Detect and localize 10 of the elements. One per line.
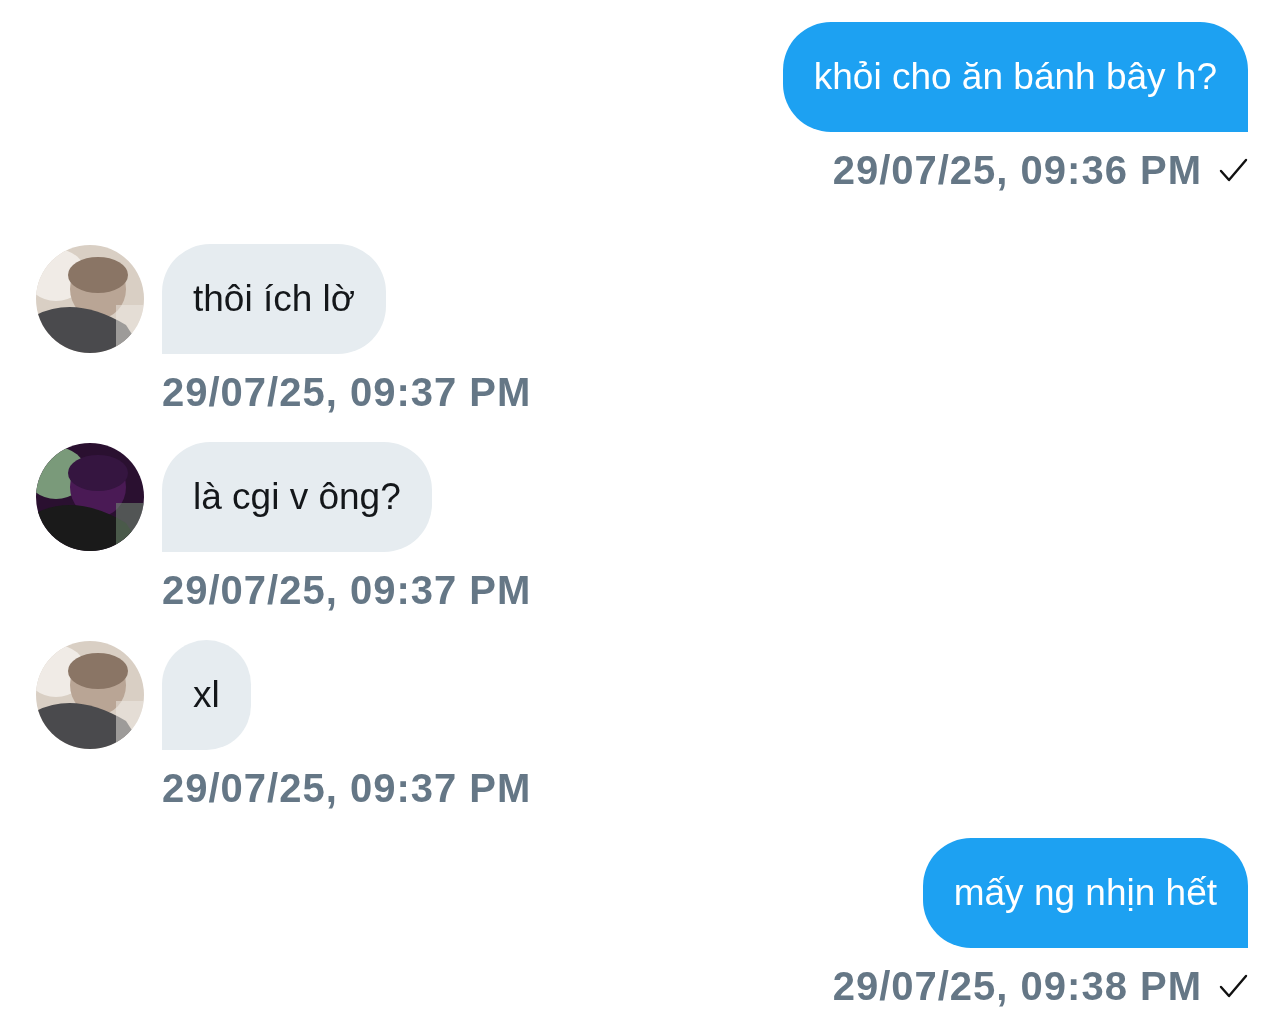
timestamp: 29/07/25, 09:37 PM [162, 369, 532, 415]
timestamp: 29/07/25, 09:36 PM [832, 147, 1202, 193]
timestamp: 29/07/25, 09:37 PM [162, 567, 532, 613]
message-bubble: thôi ích lờ [162, 244, 387, 354]
timestamp: 29/07/25, 09:38 PM [832, 963, 1202, 1009]
timestamp: 29/07/25, 09:37 PM [162, 765, 532, 811]
message-bubble: là cgi v ông? [162, 442, 432, 552]
message-bubble: mấy ng nhịn hết [922, 838, 1248, 948]
message-bubble: xl [162, 640, 251, 750]
message-bubble: khỏi cho ăn bánh bây h? [782, 22, 1248, 132]
